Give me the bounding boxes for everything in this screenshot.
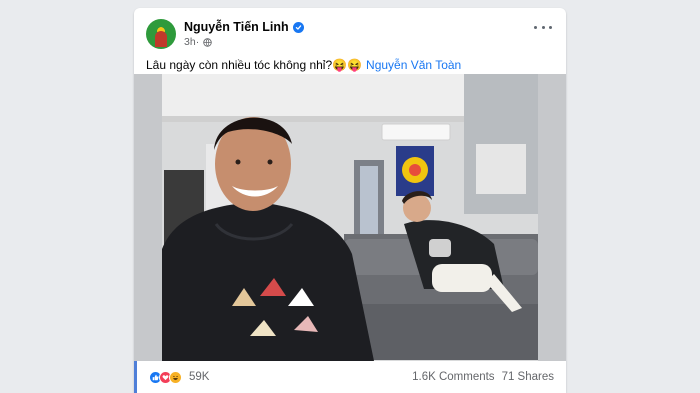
author-row: Nguyễn Tiến Linh xyxy=(184,20,304,34)
post-card: Nguyễn Tiến Linh 3h · Lâu ngày còn nhiều… xyxy=(134,8,566,393)
mention-link[interactable]: Nguyễn Văn Toàn xyxy=(366,58,461,72)
post-footer: 59K 1.6K Comments 71 Shares xyxy=(134,361,566,393)
engagement-stats: 1.6K Comments 71 Shares xyxy=(412,371,554,383)
post-time[interactable]: 3h xyxy=(184,36,196,48)
more-horizontal-icon xyxy=(541,25,545,29)
caption-text: Lâu ngày còn nhiều tóc không nhỉ?😝😝 xyxy=(146,58,363,72)
post-photo[interactable] xyxy=(134,74,566,361)
more-horizontal-icon xyxy=(534,25,537,29)
author-name[interactable]: Nguyễn Tiến Linh xyxy=(184,20,289,34)
more-options-button[interactable] xyxy=(534,20,552,34)
comments-count-link[interactable]: 1.6K Comments xyxy=(412,371,494,383)
reaction-count[interactable]: 59K xyxy=(189,371,209,383)
shares-count-link[interactable]: 71 Shares xyxy=(502,371,554,383)
photo-image xyxy=(134,74,566,361)
post-meta: Nguyễn Tiến Linh 3h · xyxy=(184,20,304,48)
reaction-summary[interactable]: 59K xyxy=(149,370,209,384)
verified-badge-icon xyxy=(292,21,304,33)
author-avatar[interactable] xyxy=(146,19,176,49)
post-subline: 3h · xyxy=(184,36,304,48)
more-horizontal-icon xyxy=(549,25,552,29)
globe-icon xyxy=(203,37,212,47)
post-header: Nguyễn Tiến Linh 3h · xyxy=(146,16,304,52)
post-caption: Lâu ngày còn nhiều tóc không nhỉ?😝😝 Nguyễ… xyxy=(146,58,461,72)
separator-dot: · xyxy=(195,36,200,48)
haha-icon xyxy=(169,370,182,384)
